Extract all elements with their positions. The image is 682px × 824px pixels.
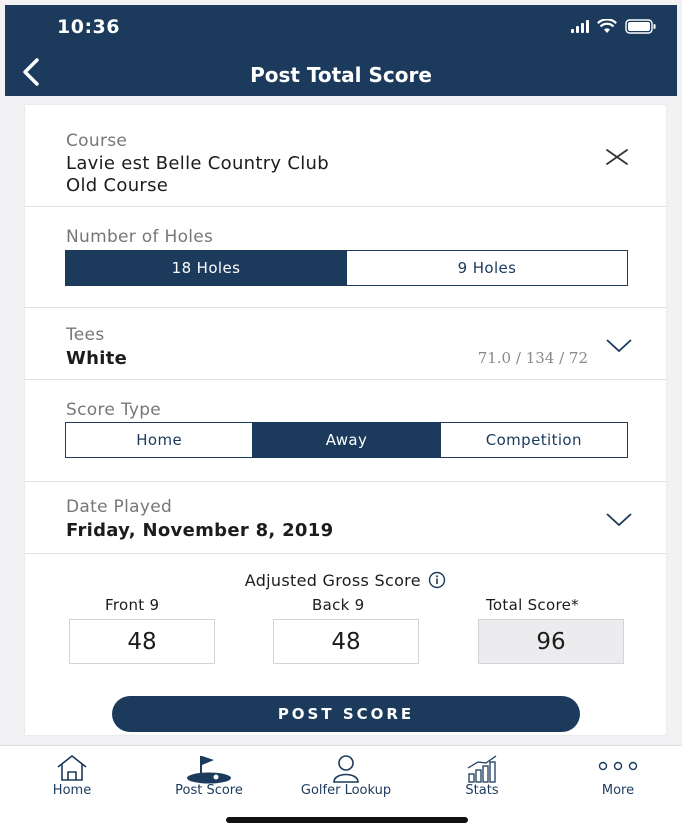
date-value: Friday, November 8, 2019 — [66, 520, 334, 541]
tab-post-score[interactable]: Post Score — [154, 746, 264, 806]
tab-stats[interactable]: Stats — [427, 746, 537, 806]
total-score-label: Total Score* — [486, 596, 579, 614]
score-type-away[interactable]: Away — [252, 423, 440, 457]
holes-selector: 18 Holes 9 Holes — [65, 250, 628, 286]
person-icon — [333, 755, 359, 783]
score-form-card: Course Lavie est Belle Country Club Old … — [25, 105, 666, 735]
golf-flag-icon — [187, 756, 231, 784]
tab-home[interactable]: Home — [17, 746, 127, 806]
home-icon — [57, 754, 87, 781]
holes-label: Number of Holes — [66, 227, 214, 247]
post-score-button[interactable]: POST SCORE — [112, 696, 580, 732]
back-nine-input[interactable]: 48 — [273, 619, 419, 664]
course-subname: Old Course — [66, 175, 169, 196]
chevron-down-icon[interactable] — [605, 512, 633, 528]
front-nine-input[interactable]: 48 — [69, 619, 215, 664]
stats-chart-icon — [467, 755, 497, 783]
score-type-competition[interactable]: Competition — [439, 423, 627, 457]
wifi-icon — [597, 19, 617, 33]
close-icon[interactable] — [605, 148, 629, 166]
front-nine-label: Front 9 — [105, 596, 160, 614]
tab-golfer-lookup[interactable]: Golfer Lookup — [291, 746, 401, 806]
adjusted-gross-heading: Adjusted Gross Score — [25, 571, 666, 590]
date-section[interactable]: Date Played Friday, November 8, 2019 — [25, 482, 666, 554]
course-label: Course — [66, 131, 128, 151]
tab-stats-label: Stats — [465, 783, 499, 798]
adjusted-gross-label: Adjusted Gross Score — [244, 571, 421, 590]
signal-icon — [571, 20, 589, 33]
holes-option-9[interactable]: 9 Holes — [346, 251, 627, 285]
tab-home-label: Home — [52, 783, 92, 798]
tees-label: Tees — [66, 325, 105, 345]
tab-post-score-label: Post Score — [175, 783, 243, 798]
status-time: 10:36 — [57, 16, 120, 38]
back-nine-label: Back 9 — [312, 596, 365, 614]
course-section[interactable]: Course Lavie est Belle Country Club Old … — [25, 105, 666, 207]
tab-more[interactable]: More — [563, 746, 673, 806]
score-type-selector: Home Away Competition — [65, 422, 628, 458]
page-title: Post Total Score — [250, 63, 432, 87]
battery-icon — [625, 19, 656, 34]
score-type-home[interactable]: Home — [66, 423, 252, 457]
tab-more-label: More — [601, 783, 635, 798]
info-icon[interactable] — [428, 571, 446, 589]
holes-section: Number of Holes 18 Holes 9 Holes — [25, 207, 666, 308]
tees-rating: 71.0 / 134 / 72 — [477, 349, 588, 367]
tees-section[interactable]: Tees White 71.0 / 134 / 72 — [25, 308, 666, 380]
chevron-down-icon[interactable] — [605, 338, 633, 354]
home-indicator[interactable] — [226, 817, 468, 823]
tees-value: White — [66, 348, 128, 369]
score-type-label: Score Type — [66, 400, 162, 420]
tab-golfer-lookup-label: Golfer Lookup — [300, 783, 392, 798]
tab-bar: Home Post Score Golfer Lookup Stats More — [0, 745, 682, 824]
more-dots-icon — [598, 761, 638, 771]
app-header: 10:36 Post Total Score — [5, 5, 677, 96]
date-label: Date Played — [66, 497, 173, 517]
status-icons — [571, 19, 657, 34]
course-name: Lavie est Belle Country Club — [66, 153, 329, 174]
score-type-section: Score Type Home Away Competition — [25, 380, 666, 482]
holes-option-18[interactable]: 18 Holes — [66, 251, 346, 285]
total-score-field: 96 — [478, 619, 624, 664]
